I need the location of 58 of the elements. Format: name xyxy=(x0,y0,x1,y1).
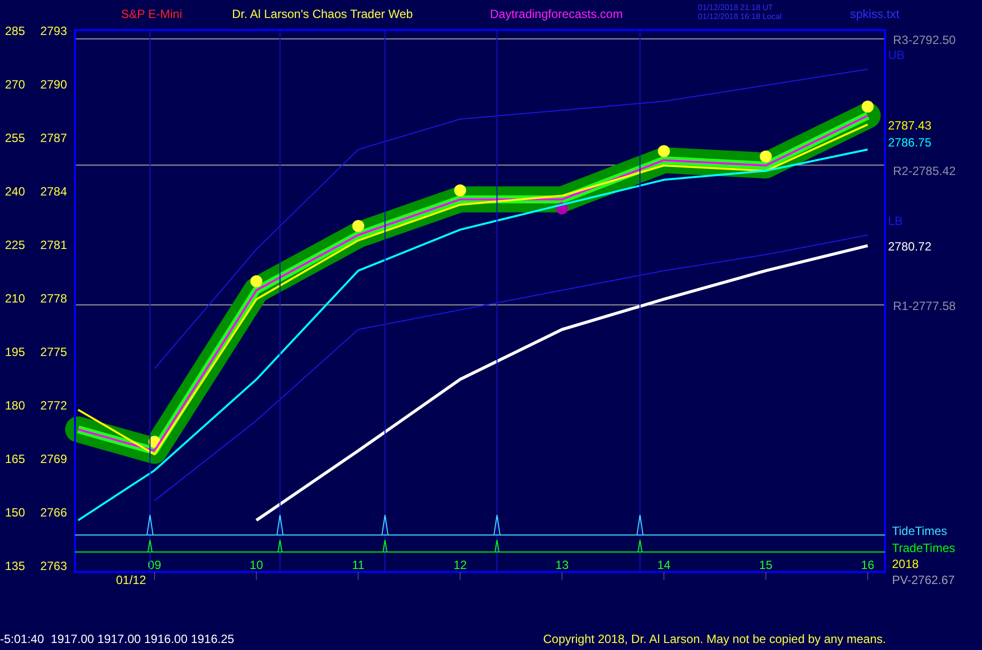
axis-label: 2775 xyxy=(40,344,67,359)
hour-label: 16 xyxy=(861,558,874,572)
timestamp-local: 01/12/2018 16:18 Local xyxy=(698,12,782,21)
symbol-title: S&P E-Mini xyxy=(121,7,182,21)
quote-readout: -5:01:40 1917.00 1917.00 1916.00 1916.25 xyxy=(0,632,234,646)
date-label: 01/12 xyxy=(116,573,146,587)
axis-label: 2781 xyxy=(40,238,67,252)
value-label: 2786.75 xyxy=(888,135,932,150)
level-label: R1-2777.58 xyxy=(893,298,956,313)
axis-label: 210 xyxy=(4,291,25,306)
value-label: LB xyxy=(888,214,903,228)
axis-label: 195 xyxy=(4,344,25,359)
trough-dot xyxy=(556,202,568,214)
peak-dot xyxy=(862,100,874,113)
value-label: UB xyxy=(888,48,905,62)
hour-label: 10 xyxy=(250,558,264,572)
value-label: 2787.43 xyxy=(888,118,932,132)
level-label: R2-2785.42 xyxy=(893,164,956,178)
axis-label: 150 xyxy=(4,505,25,520)
peak-dot xyxy=(352,220,364,232)
axis-label: 225 xyxy=(4,238,25,252)
level-label: R3-2792.50 xyxy=(893,32,956,47)
axis-label: 2766 xyxy=(40,505,67,520)
axis-label: 2778 xyxy=(40,291,67,306)
peak-dot xyxy=(148,436,160,448)
legend-label: 2018 xyxy=(892,557,919,571)
legend-label: TideTimes xyxy=(892,524,948,538)
peak-dot xyxy=(760,150,772,162)
legend-label: TradeTimes xyxy=(892,541,956,555)
hour-label: 12 xyxy=(453,558,467,572)
axis-label: 255 xyxy=(4,130,25,145)
axis-label: 2769 xyxy=(40,452,67,466)
peak-dot xyxy=(250,275,262,288)
peak-dot xyxy=(658,145,670,158)
peak-dot xyxy=(454,184,466,196)
axis-label: 2784 xyxy=(40,184,67,198)
axis-label: 2793 xyxy=(40,24,67,38)
axis-label: 135 xyxy=(4,558,25,573)
hour-label: 11 xyxy=(352,558,364,572)
site-address[interactable]: Daytradingforecasts.com xyxy=(490,7,623,21)
axis-label: 2787 xyxy=(40,130,67,145)
value-label: 2780.72 xyxy=(888,240,932,254)
axis-label: 2790 xyxy=(40,77,67,92)
axis-label: 270 xyxy=(4,77,25,92)
axis-label: 165 xyxy=(4,452,25,466)
axis-label: 180 xyxy=(4,398,25,412)
hour-label: 15 xyxy=(759,558,772,572)
axis-label: 240 xyxy=(4,184,25,198)
axis-label: 2763 xyxy=(40,558,67,573)
file-name: spkiss.txt xyxy=(850,7,900,21)
legend-label: PV-2762.67 xyxy=(892,573,955,587)
hour-label: 14 xyxy=(657,558,671,572)
site-title: Dr. Al Larson's Chaos Trader Web xyxy=(232,7,413,21)
axis-label: 285 xyxy=(4,24,25,38)
hour-label: 13 xyxy=(555,558,569,572)
timestamp-ut: 01/12/2018 21:18 UT xyxy=(698,3,774,12)
axis-label: 2772 xyxy=(40,398,67,412)
copyright-notice: Copyright 2018, Dr. Al Larson. May not be copied by any means. xyxy=(543,632,886,646)
